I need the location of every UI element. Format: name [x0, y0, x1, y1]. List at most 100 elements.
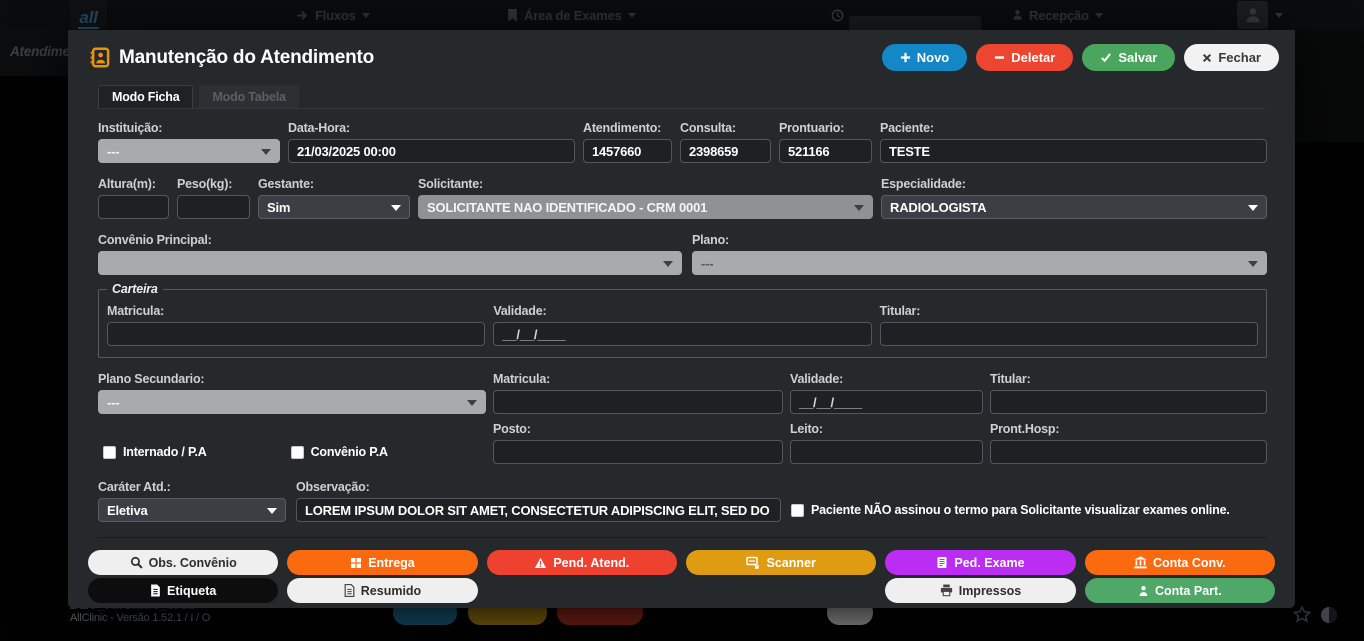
- pend-atend-button[interactable]: Pend. Atend.: [487, 550, 677, 575]
- altura-input[interactable]: [98, 195, 169, 219]
- contrast-toggle-icon[interactable]: [1319, 605, 1339, 625]
- fechar-button[interactable]: Fechar: [1184, 44, 1279, 71]
- carteira-matricula-input[interactable]: [107, 322, 485, 346]
- convenio-pa-checkbox[interactable]: [291, 446, 304, 459]
- validade2-input[interactable]: __/__/____: [790, 390, 983, 414]
- plus-icon: [900, 52, 911, 63]
- person-icon: [1138, 585, 1149, 597]
- carater-value: Eletiva: [107, 503, 148, 518]
- paciente-label: Paciente:: [880, 121, 1267, 135]
- conta-conv-button[interactable]: Conta Conv.: [1085, 550, 1275, 575]
- impressos-button[interactable]: Impressos: [885, 578, 1075, 603]
- printer-icon: [940, 584, 953, 597]
- conta-part-button[interactable]: Conta Part.: [1085, 578, 1275, 603]
- modal-header: Manutenção do Atendimento Novo Deletar S…: [68, 30, 1295, 75]
- plano-select[interactable]: ---: [692, 251, 1267, 275]
- manutencao-atendimento-modal: Manutenção do Atendimento Novo Deletar S…: [68, 30, 1295, 608]
- plano-secundario-label: Plano Secundario:: [98, 372, 486, 386]
- footer-version-text: AllClinic - Versão 1.52.1 / I / O: [70, 612, 210, 624]
- internado-checkbox[interactable]: [103, 446, 116, 459]
- packages-icon: [350, 557, 362, 569]
- obs-convenio-button[interactable]: Obs. Convênio: [88, 550, 278, 575]
- carteira-validade-label: Validade:: [493, 304, 871, 318]
- salvar-button[interactable]: Salvar: [1082, 44, 1175, 71]
- chevron-down-icon: [267, 508, 277, 514]
- observacao-value: LOREM IPSUM DOLOR SIT AMET, CONSECTETUR …: [305, 503, 772, 518]
- convenio-principal-label: Convênio Principal:: [98, 233, 682, 247]
- deletar-button[interactable]: Deletar: [976, 44, 1073, 71]
- chevron-down-icon: [854, 205, 864, 211]
- titular2-label: Titular:: [990, 372, 1267, 386]
- instituicao-value: ---: [107, 144, 119, 159]
- carteira-validade-mask: __/__/____: [502, 327, 565, 342]
- scanner-button[interactable]: Scanner: [686, 550, 876, 575]
- prontuario-input[interactable]: 521166: [779, 139, 872, 163]
- leito-input[interactable]: [790, 440, 983, 464]
- pront-hosp-input[interactable]: [990, 440, 1267, 464]
- termo-checkbox[interactable]: [791, 504, 804, 517]
- validade2-label: Validade:: [790, 372, 983, 386]
- action-buttons: Obs. Convênio Entrega Pend. Atend. Scann…: [68, 538, 1295, 603]
- ped-exame-label: Ped. Exame: [954, 556, 1024, 570]
- carteira-legend: Carteira: [107, 282, 163, 296]
- chevron-down-icon: [1248, 205, 1258, 211]
- plano-secundario-value: ---: [107, 395, 119, 410]
- tab-modo-tabela[interactable]: Modo Tabela: [199, 85, 298, 108]
- convenio-pa-checkbox-row[interactable]: Convênio P.A: [291, 445, 388, 459]
- observacao-label: Observação:: [296, 480, 781, 494]
- consulta-input[interactable]: 2398659: [680, 139, 771, 163]
- solicitante-label: Solicitante:: [418, 177, 873, 191]
- file-text-icon: [344, 584, 355, 597]
- solicitante-select[interactable]: SOLICITANTE NAO IDENTIFICADO - CRM 0001: [418, 195, 873, 219]
- scanner-label: Scanner: [766, 556, 815, 570]
- warning-icon: [534, 557, 547, 569]
- termo-checkbox-row[interactable]: Paciente NÃO assinou o termo para Solici…: [791, 503, 1230, 517]
- tab-modo-ficha[interactable]: Modo Ficha: [98, 85, 193, 108]
- peso-input[interactable]: [177, 195, 250, 219]
- conta-part-label: Conta Part.: [1155, 584, 1222, 598]
- chevron-down-icon: [261, 149, 271, 155]
- observacao-input[interactable]: LOREM IPSUM DOLOR SIT AMET, CONSECTETUR …: [296, 498, 781, 522]
- altura-label: Altura(m):: [98, 177, 169, 191]
- fechar-button-label: Fechar: [1218, 50, 1261, 65]
- especialidade-value: RADIOLOGISTA: [890, 200, 986, 215]
- consulta-label: Consulta:: [680, 121, 771, 135]
- internado-label: Internado / P.A: [123, 445, 207, 459]
- matricula2-input[interactable]: [493, 390, 783, 414]
- carater-select[interactable]: Eletiva: [98, 498, 286, 522]
- carteira-validade-input[interactable]: __/__/____: [493, 322, 871, 346]
- prontuario-label: Prontuario:: [779, 121, 872, 135]
- ped-exame-button[interactable]: Ped. Exame: [885, 550, 1075, 575]
- modal-title-text: Manutenção do Atendimento: [119, 47, 374, 69]
- novo-button[interactable]: Novo: [882, 44, 968, 71]
- etiqueta-button[interactable]: Etiqueta: [88, 578, 278, 603]
- data-hora-input[interactable]: 21/03/2025 00:00: [288, 139, 575, 163]
- leito-label: Leito:: [790, 422, 983, 436]
- titular2-input[interactable]: [990, 390, 1267, 414]
- scanner-icon: [746, 556, 760, 569]
- minus-icon: [994, 52, 1005, 63]
- paciente-input[interactable]: TESTE: [880, 139, 1267, 163]
- modal-title: Manutenção do Atendimento: [90, 47, 374, 69]
- carteira-titular-input[interactable]: [880, 322, 1258, 346]
- peso-label: Peso(kg):: [177, 177, 250, 191]
- especialidade-select[interactable]: RADIOLOGISTA: [881, 195, 1267, 219]
- instituicao-select[interactable]: ---: [98, 139, 280, 163]
- atendimento-input[interactable]: 1457660: [583, 139, 672, 163]
- resumido-label: Resumido: [361, 584, 421, 598]
- gestante-select[interactable]: Sim: [258, 195, 410, 219]
- novo-button-label: Novo: [917, 50, 950, 65]
- carteira-matricula-label: Matricula:: [107, 304, 485, 318]
- posto-input[interactable]: [493, 440, 783, 464]
- plano-secundario-select[interactable]: ---: [98, 390, 486, 414]
- mode-tabbar: Modo Ficha Modo Tabela: [98, 85, 1265, 109]
- convenio-principal-select[interactable]: [98, 251, 682, 275]
- internado-checkbox-row[interactable]: Internado / P.A: [103, 445, 207, 459]
- address-book-icon: [90, 47, 110, 68]
- entrega-label: Entrega: [368, 556, 415, 570]
- document-list-icon: [936, 556, 948, 569]
- entrega-button[interactable]: Entrega: [287, 550, 477, 575]
- bank-icon: [1134, 556, 1147, 569]
- resumido-button[interactable]: Resumido: [287, 578, 477, 603]
- star-icon[interactable]: [1292, 605, 1312, 625]
